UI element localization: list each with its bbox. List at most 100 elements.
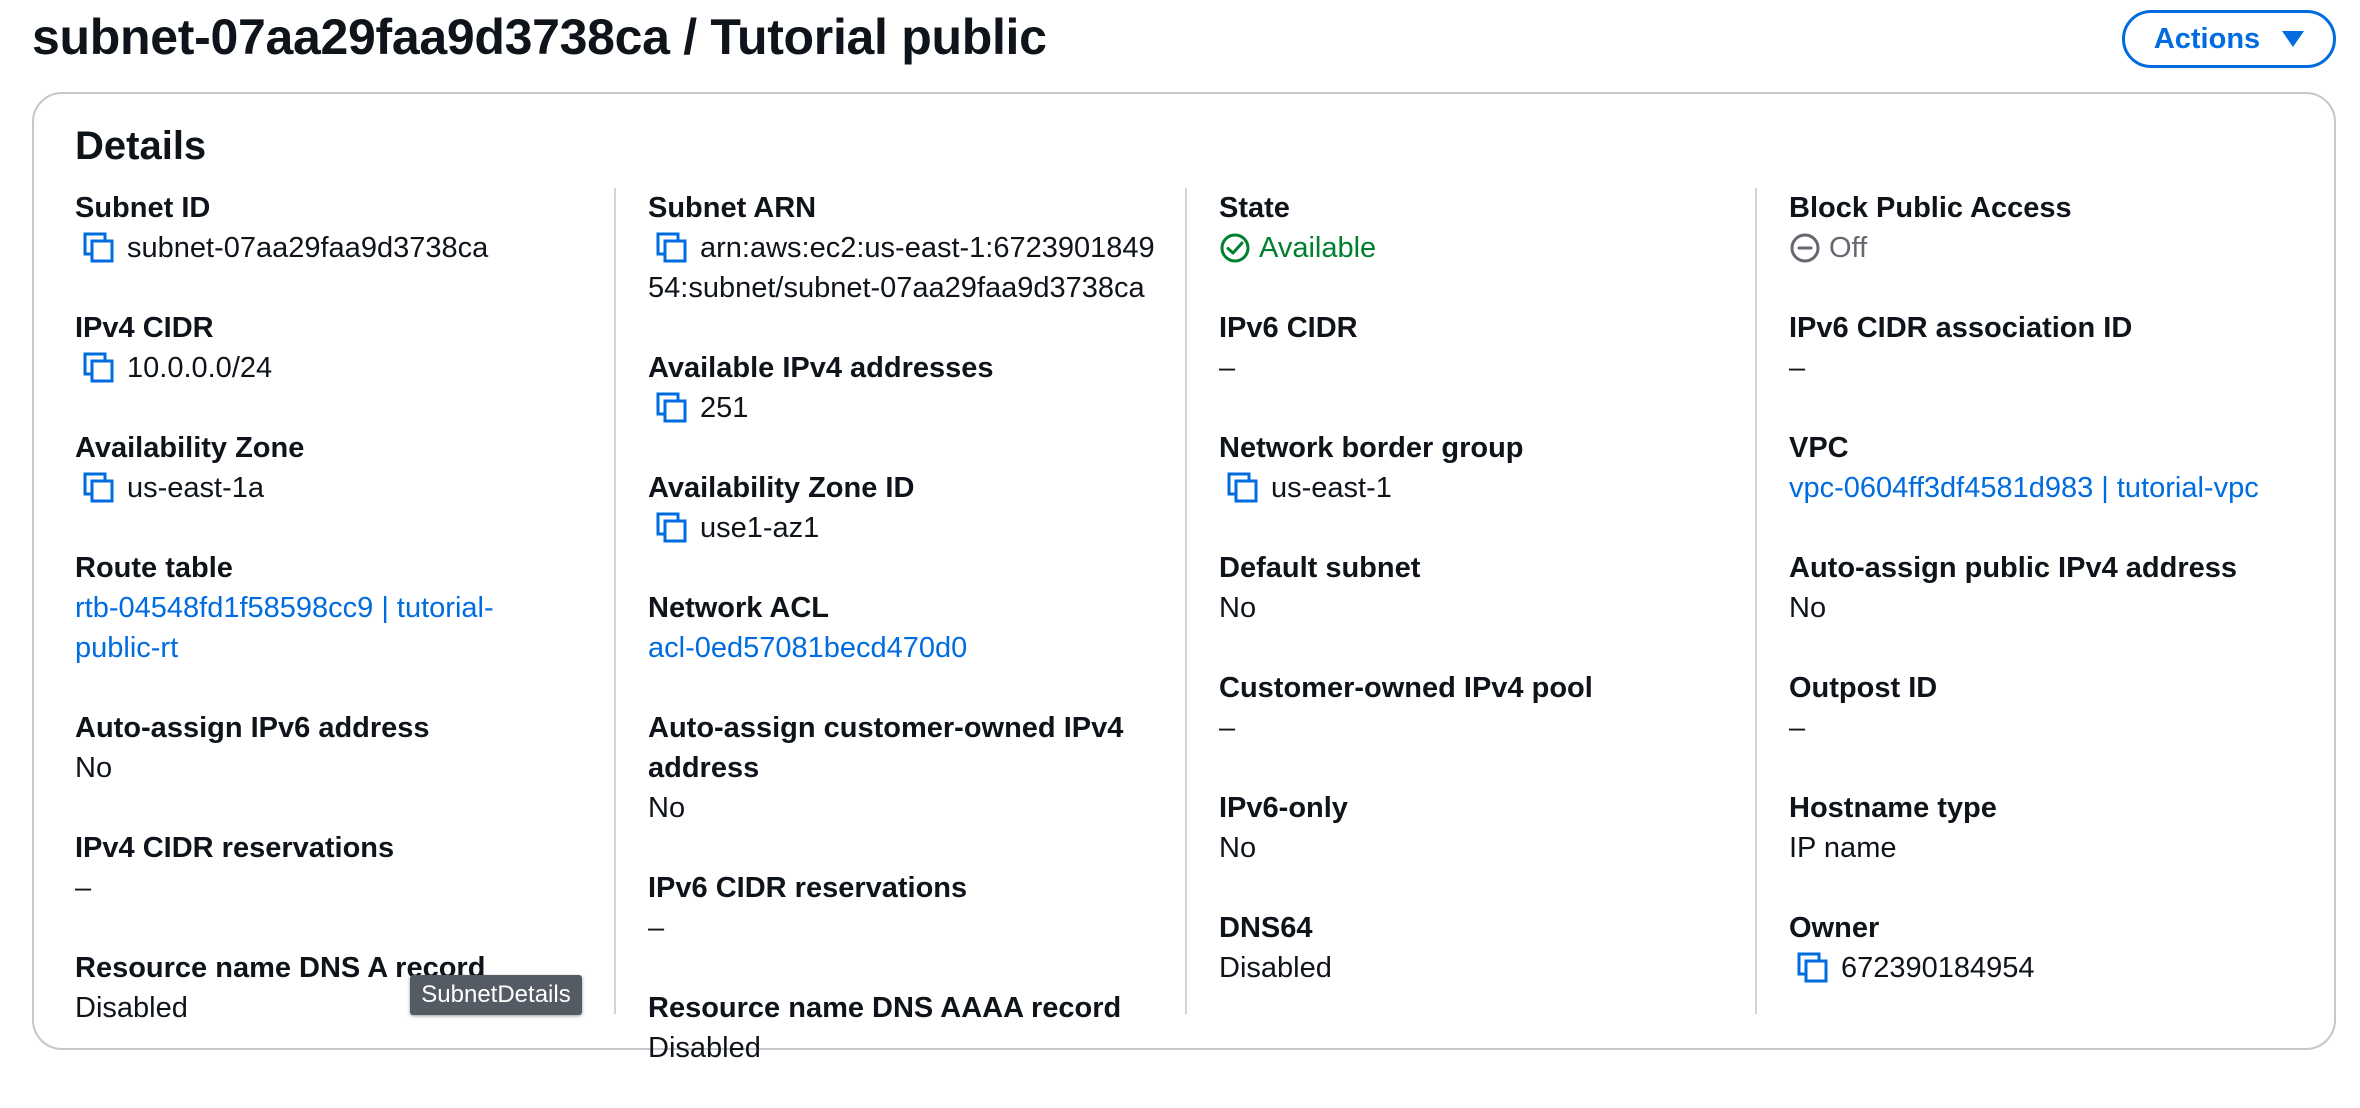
vpc-link[interactable]: vpc-0604ff3df4581d983 | tutorial-vpc: [1789, 468, 2309, 508]
subnet-arn-value-line2: 54:subnet/subnet-07aa29faa9d3738ca: [648, 272, 1145, 304]
details-column-4: Block Public Access Off IPv6 CIDR associ…: [1789, 188, 2309, 1028]
field-ipv4-cidr: IPv4 CIDR 10.0.0.0/24: [75, 308, 595, 388]
minus-circle-icon: [1790, 233, 1820, 263]
field-label: Availability Zone: [75, 432, 305, 464]
hostname-type-value: IP name: [1789, 832, 1897, 864]
state-value: Available: [1259, 232, 1377, 264]
column-divider: [614, 188, 616, 1014]
field-network-acl: Network ACL acl-0ed57081becd470d0: [648, 588, 1188, 668]
field-block-public-access: Block Public Access Off: [1789, 188, 2309, 268]
field-label: Auto-assign public IPv4 address: [1789, 552, 2237, 584]
field-label: Customer-owned IPv4 pool: [1219, 672, 1593, 704]
dns64-value: Disabled: [1219, 952, 1332, 984]
field-subnet-id: Subnet ID subnet-07aa29faa9d3738ca: [75, 188, 595, 268]
field-vpc: VPC vpc-0604ff3df4581d983 | tutorial-vpc: [1789, 428, 2309, 508]
field-available-ipv4: Available IPv4 addresses 251: [648, 348, 1188, 428]
copy-icon[interactable]: [652, 388, 694, 428]
field-label: Block Public Access: [1789, 192, 2072, 224]
field-label: Route table: [75, 552, 233, 584]
field-label: Outpost ID: [1789, 672, 1938, 704]
field-label: Subnet ID: [75, 192, 211, 224]
field-route-table: Route table rtb-04548fd1f58598cc9 | tuto…: [75, 548, 595, 668]
check-circle-icon: [1220, 233, 1250, 263]
field-availability-zone: Availability Zone us-east-1a: [75, 428, 595, 508]
field-default-subnet: Default subnet No: [1219, 548, 1739, 628]
default-subnet-value: No: [1219, 592, 1257, 624]
subnet-arn-value-line1: arn:aws:ec2:us-east-1:6723901849: [700, 232, 1155, 264]
field-label: Default subnet: [1219, 552, 1421, 584]
field-dns-aaaa-record: Resource name DNS AAAA record Disabled: [648, 988, 1188, 1068]
field-availability-zone-id: Availability Zone ID use1-az1: [648, 468, 1188, 548]
state-status: Available: [1219, 228, 1739, 268]
field-label: IPv6 CIDR: [1219, 312, 1358, 344]
field-auto-assign-ipv6: Auto-assign IPv6 address No: [75, 708, 595, 788]
customer-owned-pool-value: –: [1219, 712, 1236, 744]
field-network-border-group: Network border group us-east-1: [1219, 428, 1739, 508]
block-public-access-value: Off: [1829, 232, 1868, 264]
page-title: subnet-07aa29faa9d3738ca / Tutorial publ…: [32, 9, 1047, 65]
field-label: Auto-assign customer-owned IPv4 address: [648, 708, 1188, 788]
copy-icon[interactable]: [79, 468, 121, 508]
details-column-2: Subnet ARN arn:aws:ec2:us-east-1:6723901…: [648, 188, 1188, 1108]
field-ipv6-cidr-reservations: IPv6 CIDR reservations –: [648, 868, 1188, 948]
field-owner: Owner 672390184954: [1789, 908, 2309, 988]
copy-icon[interactable]: [652, 508, 694, 548]
details-panel-title: Details: [75, 124, 207, 168]
network-acl-link[interactable]: acl-0ed57081becd470d0: [648, 628, 1188, 668]
ipv6-only-value: No: [1219, 832, 1257, 864]
field-label: Owner: [1789, 912, 1880, 944]
ipv6-cidr-reservations-value: –: [648, 912, 665, 944]
field-label: Auto-assign IPv6 address: [75, 712, 430, 744]
network-border-group-value: us-east-1: [1271, 472, 1392, 504]
field-label: Hostname type: [1789, 792, 1997, 824]
field-label: IPv4 CIDR: [75, 312, 214, 344]
column-divider: [1755, 188, 1757, 1014]
field-label: Availability Zone ID: [648, 472, 915, 504]
field-ipv6-only: IPv6-only No: [1219, 788, 1739, 868]
availability-zone-value: us-east-1a: [127, 472, 265, 504]
outpost-id-value: –: [1789, 712, 1806, 744]
copy-icon[interactable]: [652, 228, 694, 268]
availability-zone-id-value: use1-az1: [700, 512, 820, 544]
field-label: Network ACL: [648, 592, 829, 624]
field-ipv4-cidr-reservations: IPv4 CIDR reservations –: [75, 828, 595, 908]
actions-button[interactable]: Actions: [2122, 10, 2336, 68]
field-label: IPv6 CIDR association ID: [1789, 312, 2133, 344]
field-label: Subnet ARN: [648, 192, 817, 224]
field-dns64: DNS64 Disabled: [1219, 908, 1739, 988]
field-label: VPC: [1789, 432, 1849, 464]
column-divider: [1185, 188, 1187, 1014]
details-panel: Details Subnet ID subnet-07aa29faa9d3738…: [32, 92, 2336, 1064]
field-label: State: [1219, 192, 1290, 224]
field-outpost-id: Outpost ID –: [1789, 668, 2309, 748]
copy-icon[interactable]: [1223, 468, 1265, 508]
field-label-line1: Auto-assign customer-owned IPv4: [648, 712, 1124, 744]
details-column-1: Subnet ID subnet-07aa29faa9d3738ca IPv4 …: [75, 188, 595, 1068]
field-state: State Available: [1219, 188, 1739, 268]
details-column-3: State Available IPv6 CIDR – Network bord…: [1219, 188, 1739, 1028]
field-auto-assign-customer-ipv4: Auto-assign customer-owned IPv4 address …: [648, 708, 1188, 828]
field-label-line2: address: [648, 752, 760, 784]
field-auto-assign-public-ipv4: Auto-assign public IPv4 address No: [1789, 548, 2309, 628]
field-label: Available IPv4 addresses: [648, 352, 994, 384]
caret-down-icon: [2282, 31, 2305, 47]
field-label: Resource name DNS AAAA record: [648, 992, 1122, 1024]
field-ipv6-association-id: IPv6 CIDR association ID –: [1789, 308, 2309, 388]
available-ipv4-value: 251: [700, 392, 749, 424]
field-label: IPv6 CIDR reservations: [648, 872, 968, 904]
subnet-id-value: subnet-07aa29faa9d3738ca: [127, 232, 489, 264]
field-label: DNS64: [1219, 912, 1313, 944]
auto-assign-public-ipv4-value: No: [1789, 592, 1827, 624]
field-ipv6-cidr: IPv6 CIDR –: [1219, 308, 1739, 388]
dns-aaaa-record-value: Disabled: [648, 1032, 761, 1064]
block-public-access-status: Off: [1789, 228, 2309, 268]
copy-icon[interactable]: [79, 228, 121, 268]
copy-icon[interactable]: [1793, 948, 1835, 988]
field-label: IPv4 CIDR reservations: [75, 832, 395, 864]
auto-assign-customer-ipv4-value: No: [648, 792, 686, 824]
field-customer-owned-pool: Customer-owned IPv4 pool –: [1219, 668, 1739, 748]
route-table-link[interactable]: rtb-04548fd1f58598cc9 | tutorial- public…: [75, 588, 595, 668]
copy-icon[interactable]: [79, 348, 121, 388]
field-label: IPv6-only: [1219, 792, 1348, 824]
tooltip: SubnetDetails: [410, 975, 582, 1015]
